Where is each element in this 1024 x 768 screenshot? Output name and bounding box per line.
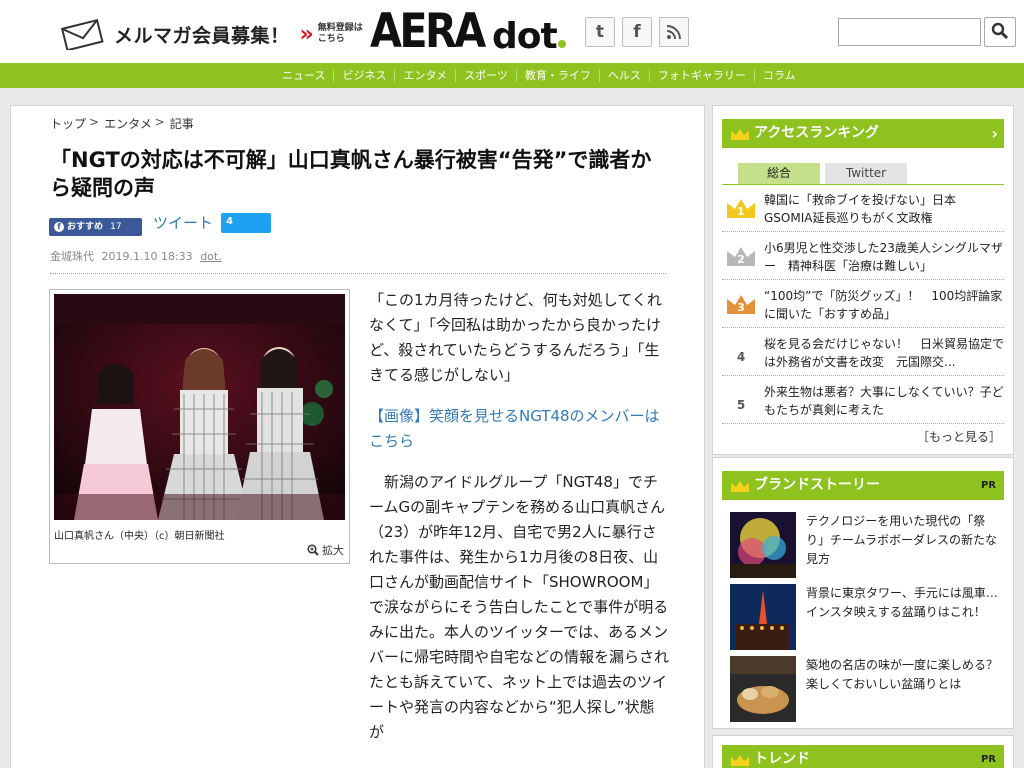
article-date: 2019.1.10 18:33 <box>101 250 193 263</box>
chevron-right-icon: > <box>154 115 165 129</box>
crown-icon <box>730 479 750 498</box>
pr-badge: PR <box>980 754 996 765</box>
story-thumbnail <box>730 656 796 722</box>
divider <box>722 184 1004 185</box>
brand-story-item[interactable]: 築地の名店の味が一度に楽しめる？楽しくておいしい盆踊りとは <box>722 656 1004 726</box>
logo-dot-text: dot <box>492 16 558 57</box>
trend-panel: トレンド PR <box>712 735 1014 768</box>
crown-gold-icon: 1 <box>726 197 756 219</box>
article-meta: 金城珠代 2019.1.10 18:33 dot. <box>50 248 222 264</box>
photo-caption: 山口真帆さん（中央）（c）朝日新聞社 <box>54 531 225 542</box>
ranking-more-link[interactable]: ［もっと見る］ <box>917 428 1001 445</box>
breadcrumb: トップ > エンタメ > 記事 <box>50 115 194 132</box>
breadcrumb-current: 記事 <box>169 117 194 131</box>
facebook-recommend-button[interactable]: f おすすめ 17 <box>49 218 142 236</box>
brand-story-header: ブランドストーリー PR <box>722 471 1004 500</box>
trend-title: トレンド <box>754 751 810 767</box>
facebook-icon[interactable]: f <box>622 17 652 47</box>
brand-story-item[interactable]: 背景に東京タワー、手元には風車…インスタ映えする盆踊りはこれ！ <box>722 584 1004 654</box>
crown-icon <box>730 127 750 146</box>
double-chevron-icon: » <box>299 21 314 47</box>
article-photo[interactable] <box>54 294 345 520</box>
nav-item-entertainment[interactable]: エンタメ <box>395 69 457 82</box>
logo-green-dot <box>557 40 566 48</box>
article-paragraph: 「この1カ月待ったけど、何も対処してくれなくて」「今回私は助かったから良かったけ… <box>369 291 662 384</box>
article-title: 「NGTの対応は不可解」山口真帆さん暴行被害“告発”で識者から疑問の声 <box>50 148 652 200</box>
tweet-link[interactable]: ツイート <box>153 212 213 233</box>
photo-zoom-button[interactable]: 拡大 <box>306 542 344 558</box>
story-thumbnail <box>730 512 796 578</box>
article-panel: トップ > エンタメ > 記事 「NGTの対応は不可解」山口真帆さん暴行被害“告… <box>10 105 705 768</box>
nav-item-photo-gallery[interactable]: フォトギャラリー <box>650 69 755 82</box>
story-thumbnail <box>730 584 796 650</box>
ranking-header[interactable]: アクセスランキング › <box>722 119 1004 148</box>
article-paragraph: 新潟のアイドルグループ「NGT48」でチームGの副キャプテンを務める山口真帆さん… <box>369 473 670 741</box>
nav-item-sports[interactable]: スポーツ <box>456 69 517 82</box>
article-gallery-link[interactable]: 【画像】笑顔を見せるNGT48のメンバーはこちら <box>369 404 669 454</box>
rank-number: 5 <box>736 398 746 412</box>
breadcrumb-top[interactable]: トップ <box>50 115 86 132</box>
article-body: 「この1カ月待ったけど、何も対処してくれなくて」「今回私は助かったから良かったけ… <box>369 288 669 761</box>
newsletter-label: メルマガ会員募集！ <box>114 24 290 47</box>
ranking-tabs: 総合 Twitter <box>738 163 912 184</box>
main-nav: ニュース ビジネス エンタメ スポーツ 教育・ライフ ヘルス フォトギャラリー … <box>0 63 1024 88</box>
brand-story-title: ブランドストーリー <box>754 477 880 493</box>
article-source-link[interactable]: dot. <box>200 250 222 263</box>
article-photo-box: 山口真帆さん（中央）（c）朝日新聞社 拡大 <box>49 289 350 564</box>
crown-silver-icon: 2 <box>726 245 756 267</box>
rss-icon[interactable] <box>659 17 689 47</box>
ranking-item[interactable]: 5 外来生物は悪者？大事にしなくていい？子どもたちが真剣に考えた <box>722 378 1004 424</box>
facebook-icon: f <box>54 222 64 232</box>
pr-badge: PR <box>980 480 996 491</box>
nav-item-education-life[interactable]: 教育・ライフ <box>517 69 600 82</box>
crown-bronze-icon: 3 <box>726 293 756 315</box>
site-header: メルマガ会員募集！ » 無料登録は こちら AERA dot t f <box>0 0 1024 63</box>
ranking-item[interactable]: 4 桜を見る会だけじゃない！ 日米貿易協定では外務省が文書を改変 元国際交... <box>722 330 1004 376</box>
divider <box>50 273 666 274</box>
rank-number: 4 <box>736 350 746 364</box>
brand-story-panel: ブランドストーリー PR テクノロジーを用いた現代の「祭り」チームラボボーダレス… <box>712 457 1014 729</box>
logo-aera-text: AERA <box>370 4 486 59</box>
mail-icon <box>60 18 106 50</box>
crown-icon <box>730 753 750 768</box>
search-icon <box>991 22 1009 43</box>
ranking-item[interactable]: 3 “100均”で「防災グッズ」！ 100均評論家に聞いた「おすすめ品」 <box>722 282 1004 328</box>
newsletter-signup-banner[interactable]: メルマガ会員募集！ » 無料登録は こちら <box>60 16 363 52</box>
nav-item-business[interactable]: ビジネス <box>334 69 396 82</box>
magnifier-plus-icon <box>306 544 323 557</box>
tab-overall[interactable]: 総合 <box>738 163 820 184</box>
breadcrumb-category[interactable]: エンタメ <box>104 115 152 132</box>
nav-item-column[interactable]: コラム <box>755 69 804 82</box>
twitter-icon[interactable]: t <box>585 17 615 47</box>
ranking-title: アクセスランキング <box>754 125 879 141</box>
nav-item-health[interactable]: ヘルス <box>600 69 650 82</box>
site-logo[interactable]: AERA dot <box>370 6 566 58</box>
trend-header: トレンド PR <box>722 745 1004 768</box>
chevron-right-icon: > <box>89 115 100 129</box>
newsletter-sub-label: 無料登録は こちら <box>317 23 363 44</box>
ranking-item[interactable]: 1 韓国に「救命ブイを投げない」日本 GSOMIA延長巡りもがく文政権 <box>722 186 1004 232</box>
facebook-count: 17 <box>110 222 122 232</box>
tweet-count-badge: 4 <box>221 213 271 233</box>
ranking-item[interactable]: 2 小6男児と性交渉した23歳美人シングルマザー 精神科医「治療は難しい」 <box>722 234 1004 280</box>
article-author: 金城珠代 <box>50 250 94 263</box>
search-button[interactable] <box>984 17 1016 47</box>
nav-item-news[interactable]: ニュース <box>274 69 335 82</box>
chevron-right-icon: › <box>991 124 998 143</box>
access-ranking-panel: アクセスランキング › 総合 Twitter 1 韓国に「救命ブイを投げない」日… <box>712 105 1014 455</box>
brand-story-item[interactable]: テクノロジーを用いた現代の「祭り」チームラボボーダレスの新たな見方 <box>722 512 1004 582</box>
tab-twitter[interactable]: Twitter <box>825 163 907 184</box>
search-input[interactable] <box>838 18 981 46</box>
